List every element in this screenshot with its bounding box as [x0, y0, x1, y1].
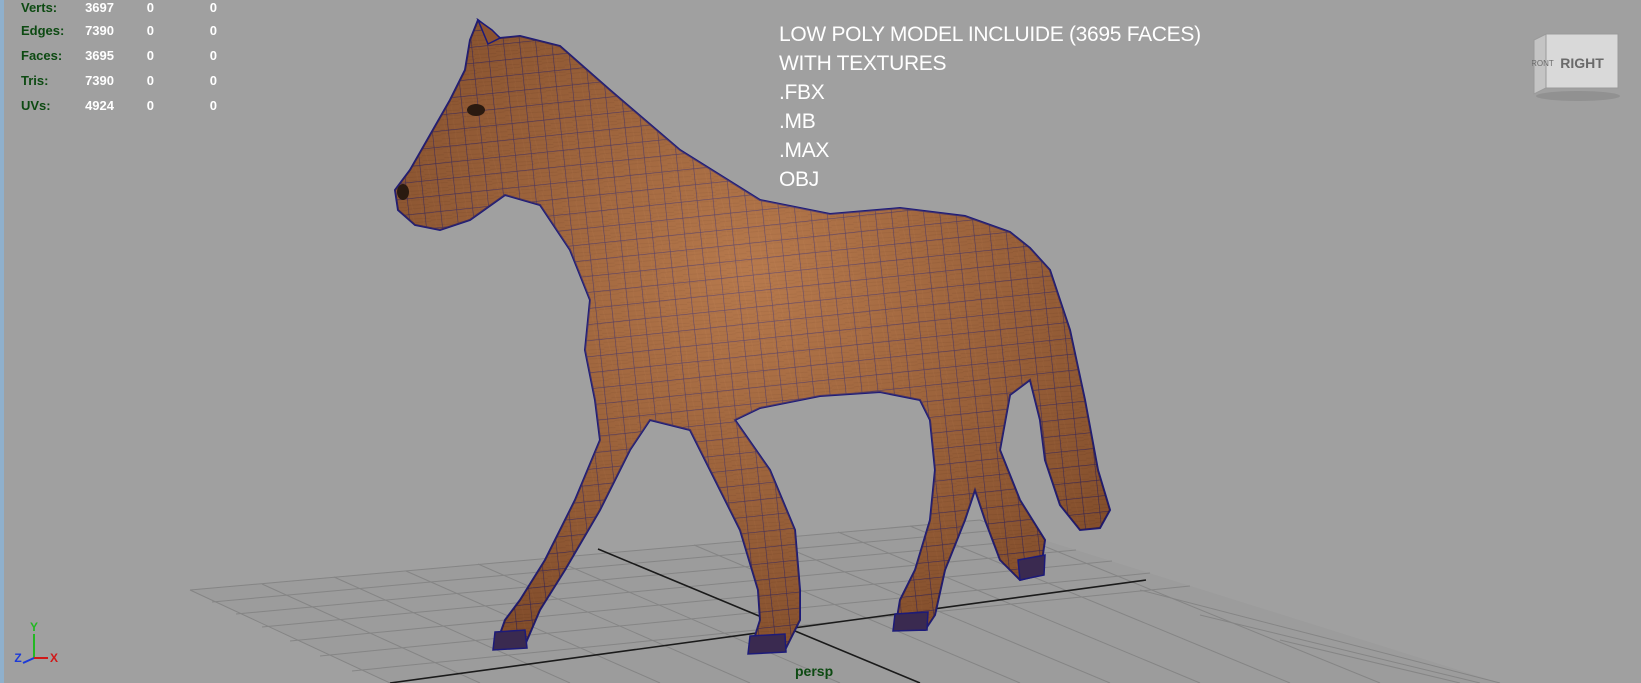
- camera-label: persp: [795, 663, 834, 679]
- hud-label: Tris:: [21, 73, 49, 88]
- view-cube-front-label: FRONT: [1532, 59, 1554, 68]
- horse-nostril: [397, 184, 409, 200]
- hud-value: 0: [146, 23, 154, 38]
- hud-value: 0: [146, 73, 154, 88]
- info-line: LOW POLY MODEL INCLUIDE (3695 FACES): [779, 23, 1201, 46]
- view-cube-right-label: RIGHT: [1560, 55, 1604, 71]
- hud-value: 0: [209, 48, 217, 63]
- axis-x-label: X: [50, 651, 58, 665]
- axis-y-label: Y: [30, 620, 38, 634]
- axis-z-label: Z: [14, 651, 21, 665]
- product-info-overlay: LOW POLY MODEL INCLUIDE (3695 FACES) WIT…: [779, 20, 1201, 194]
- hud-value: 0: [209, 98, 217, 113]
- hud-value: 7390: [85, 23, 114, 38]
- ground-grid: [189, 519, 1501, 683]
- hud-value: 0: [209, 23, 217, 38]
- info-line: .MAX: [779, 139, 830, 162]
- view-cube[interactable]: FRONT RIGHT: [1532, 30, 1624, 105]
- hud-value: 3695: [85, 48, 114, 63]
- horse-eye: [467, 104, 485, 116]
- hud-value: 3697: [85, 0, 114, 15]
- hud-label: Faces:: [21, 48, 63, 63]
- maya-viewport[interactable]: Verts: 3697 0 0 Edges: 7390 0 0 Faces: 3…: [0, 0, 1641, 683]
- hud-value: 0: [146, 0, 154, 15]
- hud-value: 7390: [85, 73, 114, 88]
- info-line: .FBX: [779, 81, 825, 104]
- info-line: OBJ: [779, 168, 819, 191]
- hud-label: Verts:: [21, 0, 58, 15]
- hud-value: 0: [146, 48, 154, 63]
- hud-label: UVs:: [21, 98, 51, 113]
- axis-gizmo: Y X Z: [14, 620, 58, 665]
- hud-label: Edges:: [21, 23, 65, 38]
- hud-value: 0: [209, 0, 217, 15]
- info-line: .MB: [779, 110, 816, 133]
- hud-value: 0: [146, 98, 154, 113]
- info-line: WITH TEXTURES: [779, 52, 947, 75]
- hud-value: 0: [209, 73, 217, 88]
- hud-value: 4924: [85, 98, 114, 113]
